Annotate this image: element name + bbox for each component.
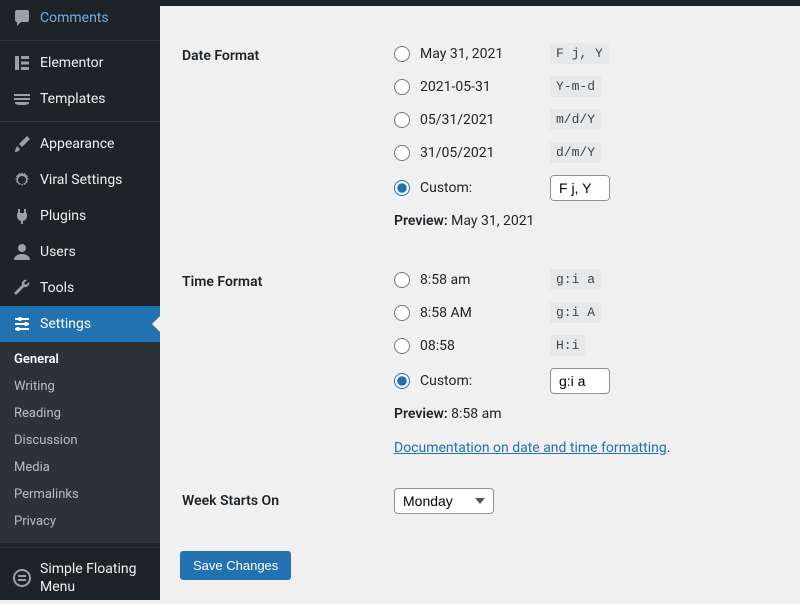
time-format-custom-label: Custom: <box>420 373 540 389</box>
admin-sidebar: Comments Elementor Templates Appearance … <box>0 0 160 600</box>
date-format-code: m/d/Y <box>550 109 601 130</box>
date-format-option[interactable]: 2021-05-31 Y-m-d <box>394 76 768 97</box>
sidebar-label: Plugins <box>40 208 86 224</box>
settings-submenu: General Writing Reading Discussion Media… <box>0 342 160 543</box>
submenu-privacy[interactable]: Privacy <box>0 508 160 535</box>
week-starts-select[interactable]: Monday <box>394 488 494 514</box>
date-format-code: Y-m-d <box>550 76 601 97</box>
admin-bar <box>160 0 800 6</box>
time-format-heading: Time Format <box>182 254 382 471</box>
sidebar-label: Viral Settings <box>40 172 122 188</box>
date-format-example: 31/05/2021 <box>420 145 540 161</box>
sidebar-item-tools[interactable]: Tools <box>0 270 160 306</box>
submenu-discussion[interactable]: Discussion <box>0 427 160 454</box>
templates-icon <box>12 89 32 109</box>
sidebar-item-users[interactable]: Users <box>0 234 160 270</box>
date-format-radio[interactable] <box>394 46 410 62</box>
date-format-example: May 31, 2021 <box>420 46 540 62</box>
time-format-code: H:i <box>550 335 585 356</box>
date-format-option[interactable]: 05/31/2021 m/d/Y <box>394 109 768 130</box>
time-format-custom-input[interactable] <box>550 368 610 394</box>
submenu-permalinks[interactable]: Permalinks <box>0 481 160 508</box>
save-button[interactable]: Save Changes <box>180 551 291 580</box>
menu-icon <box>12 568 32 588</box>
date-format-custom[interactable]: Custom: <box>394 175 768 201</box>
date-format-heading: Date Format <box>182 28 382 252</box>
preview-label: Preview: <box>394 406 448 422</box>
time-format-radio-custom[interactable] <box>394 373 410 389</box>
plugin-icon <box>12 206 32 226</box>
time-format-radio[interactable] <box>394 272 410 288</box>
sidebar-label: Tools <box>40 280 74 296</box>
preview-value: 8:58 am <box>451 406 501 422</box>
sidebar-label: Settings <box>40 316 91 332</box>
submenu-writing[interactable]: Writing <box>0 373 160 400</box>
submenu-general[interactable]: General <box>0 346 160 373</box>
date-format-custom-label: Custom: <box>420 180 540 196</box>
sidebar-label: Users <box>40 244 76 260</box>
time-format-code: g:i a <box>550 269 601 290</box>
elementor-icon <box>12 53 32 73</box>
submenu-media[interactable]: Media <box>0 454 160 481</box>
preview-value: May 31, 2021 <box>451 213 534 229</box>
gear-icon <box>12 170 32 190</box>
sidebar-label: Appearance <box>40 136 114 152</box>
date-format-example: 2021-05-31 <box>420 79 540 95</box>
date-format-radio-custom[interactable] <box>394 180 410 196</box>
date-format-custom-input[interactable] <box>550 175 610 201</box>
time-format-option[interactable]: 8:58 AM g:i A <box>394 302 768 323</box>
time-format-example: 8:58 am <box>420 272 540 288</box>
date-format-example: 05/31/2021 <box>420 112 540 128</box>
separator <box>0 121 160 122</box>
date-format-code: d/m/Y <box>550 142 601 163</box>
sidebar-item-appearance[interactable]: Appearance <box>0 126 160 162</box>
sidebar-item-plugins[interactable]: Plugins <box>0 198 160 234</box>
time-format-radio[interactable] <box>394 305 410 321</box>
sliders-icon <box>12 314 32 334</box>
brush-icon <box>12 134 32 154</box>
wrench-icon <box>12 278 32 298</box>
time-format-code: g:i A <box>550 302 601 323</box>
sidebar-label: Elementor <box>40 55 103 71</box>
sidebar-item-comments[interactable]: Comments <box>0 0 160 36</box>
week-starts-heading: Week Starts On <box>182 473 382 529</box>
sidebar-label: Comments <box>40 10 109 26</box>
doc-link[interactable]: Documentation on date and time formattin… <box>394 440 667 456</box>
separator <box>0 40 160 41</box>
sidebar-item-settings[interactable]: Settings <box>0 306 160 342</box>
sidebar-item-templates[interactable]: Templates <box>0 81 160 117</box>
sidebar-item-simple-floating-menu[interactable]: Simple Floating Menu <box>0 552 160 604</box>
sidebar-label: Simple Floating Menu <box>40 560 148 596</box>
sidebar-item-elementor[interactable]: Elementor <box>0 45 160 81</box>
sidebar-label: Templates <box>40 91 106 107</box>
content-area: Date Format May 31, 2021 F j, Y 2021-05-… <box>160 0 800 600</box>
time-format-preview: Preview: 8:58 am <box>394 406 768 422</box>
time-format-option[interactable]: 8:58 am g:i a <box>394 269 768 290</box>
date-format-preview: Preview: May 31, 2021 <box>394 213 768 229</box>
separator <box>0 547 160 548</box>
date-format-radio[interactable] <box>394 112 410 128</box>
date-format-radio[interactable] <box>394 79 410 95</box>
date-format-code: F j, Y <box>550 43 609 64</box>
time-format-example: 8:58 AM <box>420 305 540 321</box>
comment-icon <box>12 8 32 28</box>
time-format-option[interactable]: 08:58 H:i <box>394 335 768 356</box>
sidebar-item-viral-settings[interactable]: Viral Settings <box>0 162 160 198</box>
preview-label: Preview: <box>394 213 448 229</box>
doc-suffix: . <box>667 440 671 456</box>
date-format-radio[interactable] <box>394 145 410 161</box>
date-format-option[interactable]: 31/05/2021 d/m/Y <box>394 142 768 163</box>
submenu-reading[interactable]: Reading <box>0 400 160 427</box>
date-format-option[interactable]: May 31, 2021 F j, Y <box>394 43 768 64</box>
user-icon <box>12 242 32 262</box>
time-format-custom[interactable]: Custom: <box>394 368 768 394</box>
time-format-example: 08:58 <box>420 338 540 354</box>
time-format-radio[interactable] <box>394 338 410 354</box>
